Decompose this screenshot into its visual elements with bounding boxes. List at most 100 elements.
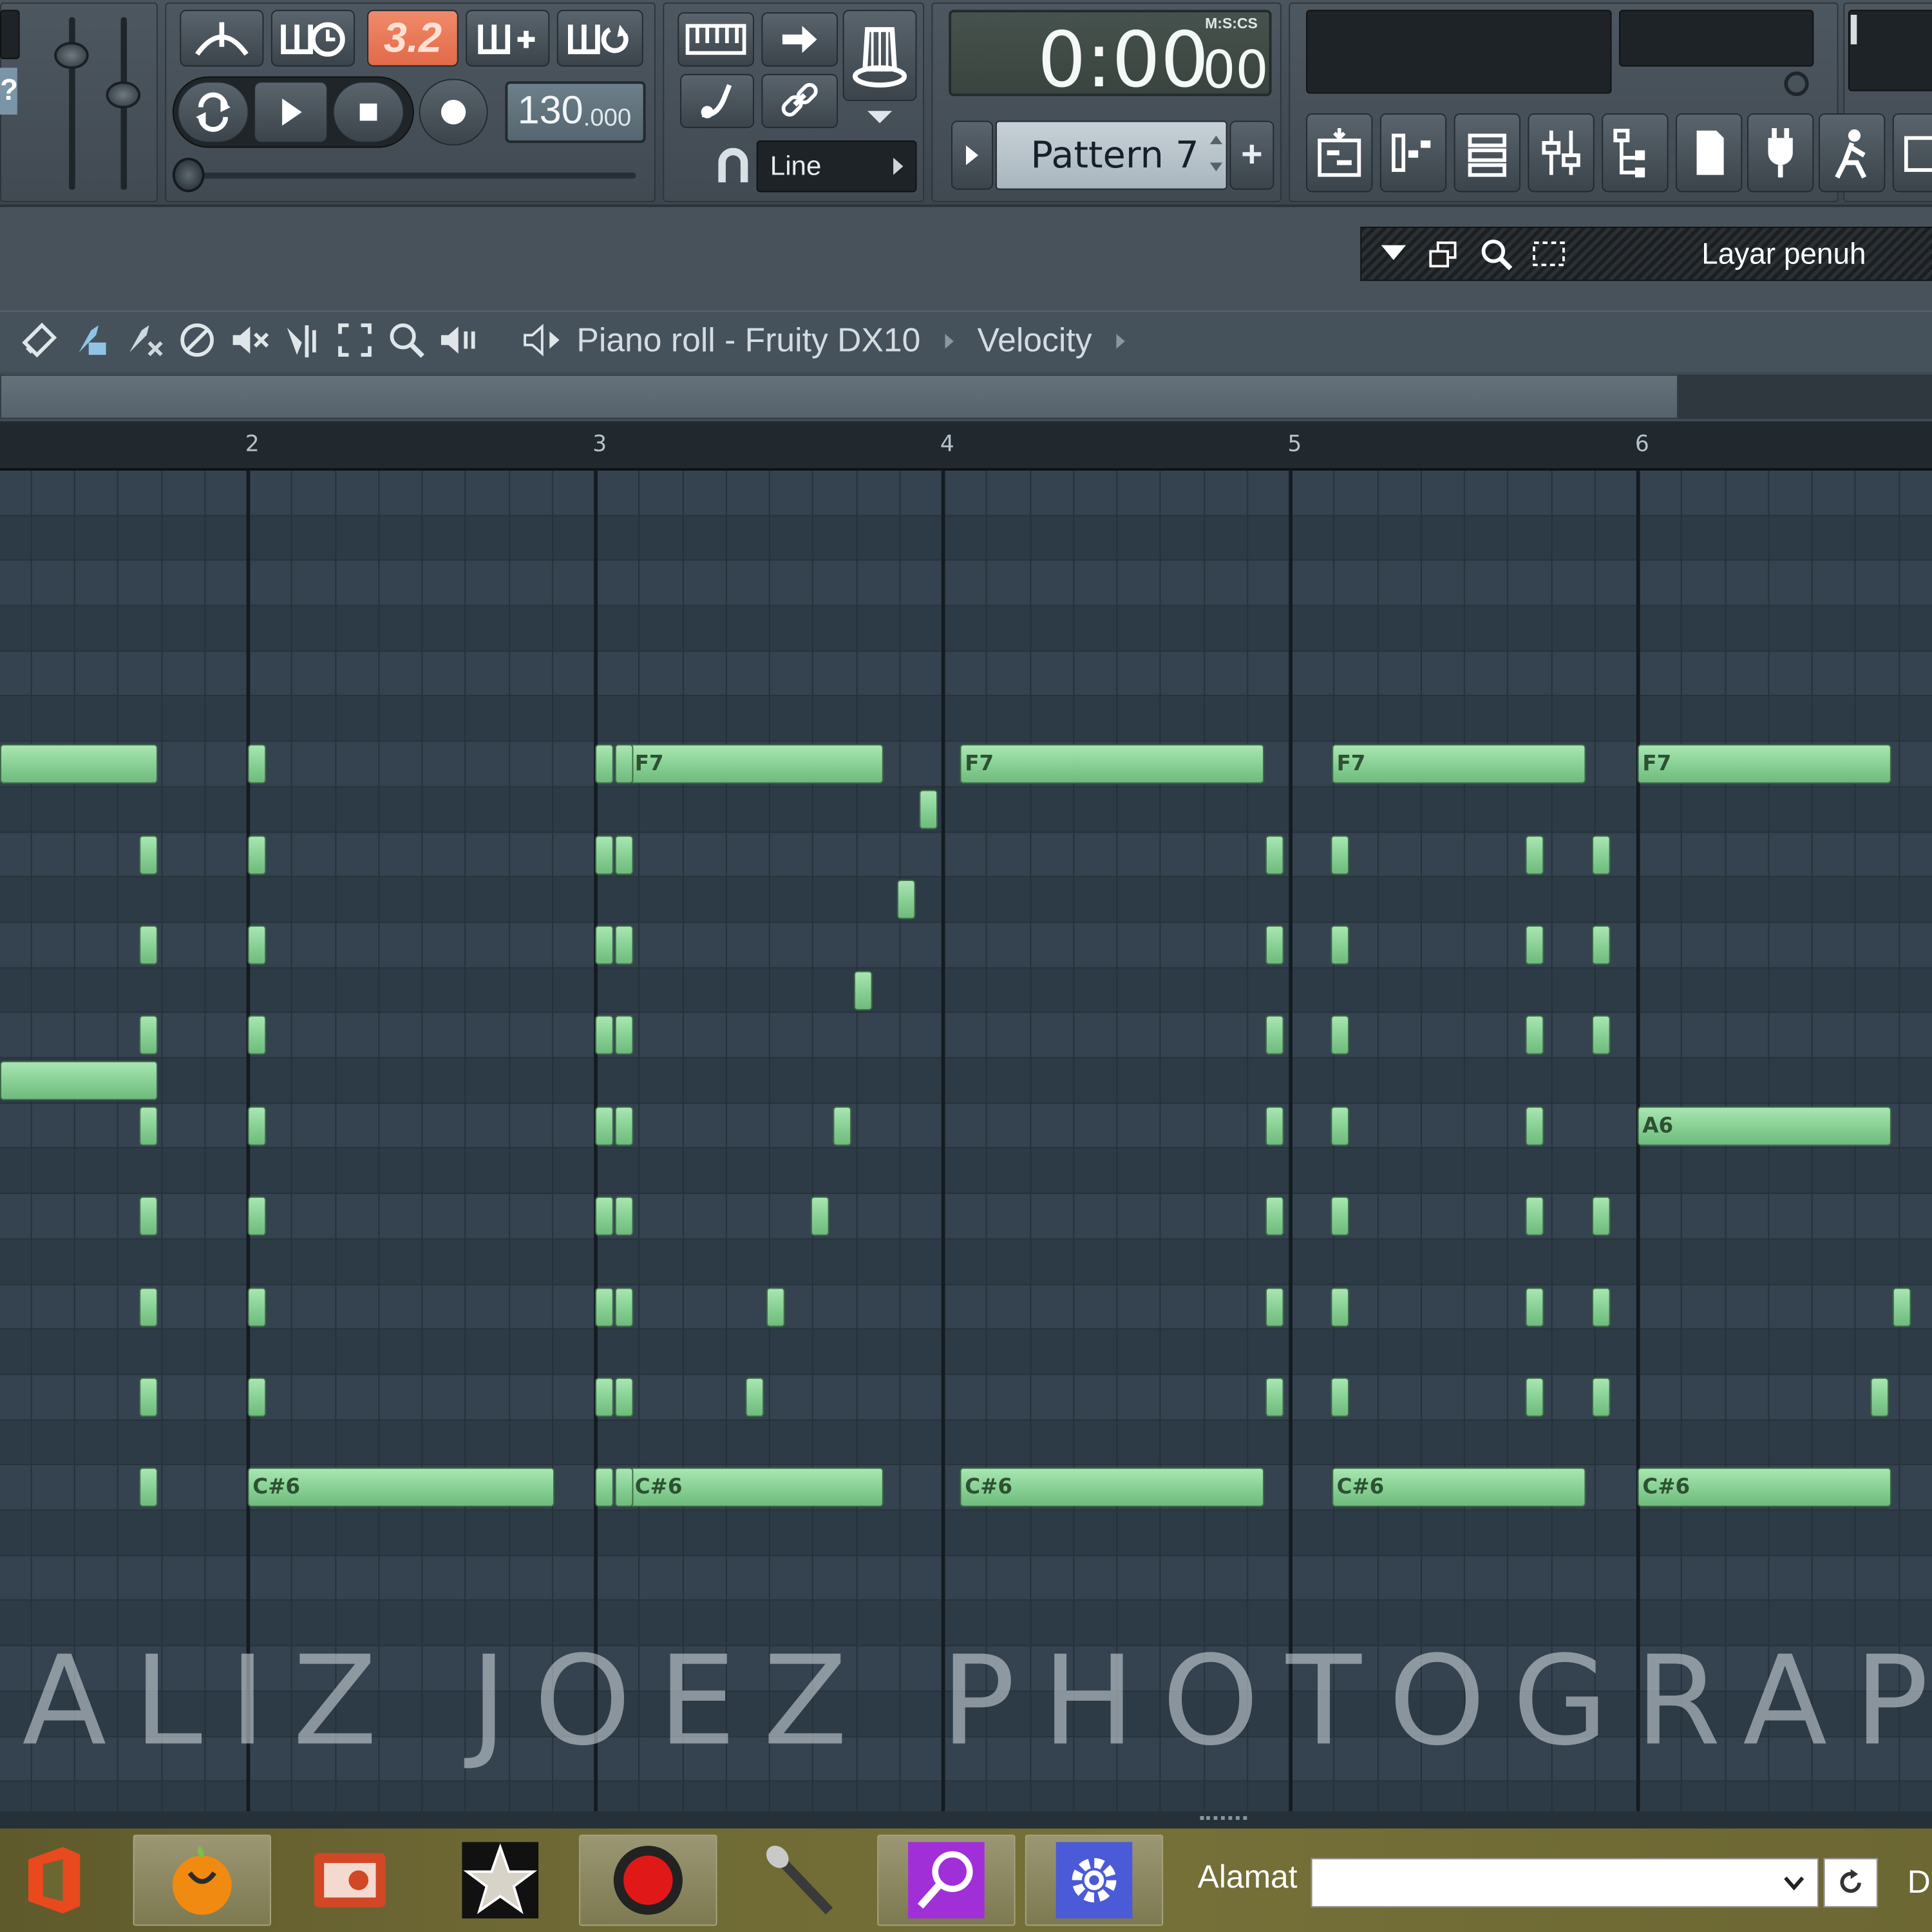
playback-tool[interactable] — [436, 318, 480, 363]
step-forward-button[interactable] — [761, 12, 838, 67]
help-icon[interactable]: ? — [0, 68, 18, 115]
typing-keyboard-button[interactable] — [677, 12, 754, 67]
note[interactable] — [595, 1287, 614, 1327]
note[interactable] — [614, 1016, 634, 1056]
snapshot-icon[interactable] — [1531, 240, 1566, 270]
note[interactable] — [833, 1106, 852, 1146]
note[interactable] — [595, 925, 614, 965]
note[interactable] — [1265, 1016, 1284, 1056]
detach-icon[interactable] — [1428, 240, 1457, 270]
loop-record-button[interactable] — [556, 10, 643, 67]
note[interactable] — [1331, 835, 1350, 875]
note[interactable] — [1591, 1016, 1611, 1056]
step-sequencer-button[interactable] — [1379, 113, 1447, 193]
note-slide-button[interactable] — [680, 73, 754, 128]
taskbar-search[interactable] — [877, 1834, 1016, 1926]
note[interactable] — [247, 1287, 267, 1327]
note[interactable] — [1331, 1016, 1350, 1056]
note[interactable] — [1870, 1378, 1889, 1417]
note[interactable] — [896, 880, 916, 920]
note[interactable] — [614, 1468, 634, 1508]
note[interactable]: C#6 — [960, 1468, 1265, 1508]
note[interactable] — [595, 1106, 614, 1146]
note[interactable] — [0, 744, 158, 784]
note[interactable] — [139, 925, 158, 965]
pattern-selector[interactable]: Pattern 7 — [995, 120, 1227, 190]
note[interactable] — [247, 1197, 267, 1236]
fullscreen-label[interactable]: Layar penuh — [1701, 238, 1866, 272]
tutorial-button[interactable] — [1818, 113, 1886, 193]
metronome-button[interactable] — [180, 10, 264, 67]
note[interactable]: F7 — [960, 744, 1265, 784]
note[interactable] — [1331, 1287, 1350, 1327]
note[interactable] — [1331, 1106, 1350, 1146]
note[interactable] — [139, 1197, 158, 1236]
taskbar-powerpoint[interactable] — [281, 1835, 419, 1926]
note[interactable] — [247, 925, 267, 965]
note[interactable] — [1331, 925, 1350, 965]
note[interactable] — [247, 1378, 267, 1417]
link-button[interactable] — [761, 73, 838, 128]
note[interactable] — [1591, 835, 1611, 875]
menu-speaker-tool[interactable] — [520, 318, 564, 363]
paint-tool[interactable] — [69, 318, 113, 363]
note[interactable] — [745, 1378, 764, 1417]
window-menu-arrow-icon[interactable] — [1381, 245, 1406, 260]
project-info-button[interactable] — [1676, 113, 1743, 193]
note[interactable] — [1525, 925, 1544, 965]
pattern-down-arrow[interactable] — [1209, 162, 1222, 171]
note[interactable] — [1265, 925, 1284, 965]
mute-notes-tool[interactable] — [227, 318, 271, 363]
song-position-track[interactable] — [184, 172, 636, 179]
playlist-button[interactable] — [1306, 113, 1373, 193]
note[interactable] — [766, 1287, 785, 1327]
note[interactable] — [247, 744, 267, 784]
note[interactable] — [1525, 1197, 1544, 1236]
delete-tool[interactable] — [120, 318, 165, 363]
pencil-tool[interactable] — [17, 318, 62, 363]
note[interactable] — [1525, 1287, 1544, 1327]
note[interactable] — [1265, 1378, 1284, 1417]
refresh-button[interactable] — [1823, 1858, 1878, 1908]
note[interactable] — [614, 1287, 634, 1327]
song-position-handle[interactable] — [172, 157, 205, 193]
pattern-play-button[interactable] — [951, 120, 994, 190]
note[interactable] — [853, 971, 873, 1010]
note[interactable] — [1591, 1287, 1611, 1327]
piano-roll-title[interactable]: Piano roll - Fruity DX10 — [576, 321, 920, 358]
slice-tool[interactable] — [281, 318, 325, 363]
note[interactable] — [810, 1197, 829, 1236]
note[interactable] — [247, 1106, 267, 1146]
stop-button[interactable] — [332, 81, 404, 143]
note[interactable] — [1525, 1378, 1544, 1417]
note[interactable] — [595, 1468, 614, 1508]
note[interactable]: F7 — [1637, 744, 1891, 784]
taskbar-microphone[interactable] — [730, 1835, 867, 1926]
step-edit-button[interactable] — [466, 10, 550, 67]
note[interactable] — [247, 1016, 267, 1056]
address-input[interactable] — [1311, 1858, 1819, 1908]
address-dropdown-icon[interactable] — [1779, 1868, 1809, 1898]
note[interactable] — [595, 1197, 614, 1236]
note[interactable] — [1591, 1378, 1611, 1417]
note[interactable] — [1265, 835, 1284, 875]
note[interactable]: A6 — [1637, 1106, 1891, 1146]
note[interactable] — [139, 1287, 158, 1327]
note[interactable] — [1525, 1016, 1544, 1056]
note[interactable] — [614, 925, 634, 965]
note[interactable] — [1591, 1197, 1611, 1236]
note[interactable] — [1591, 925, 1611, 965]
taskbar-star-app[interactable] — [431, 1835, 569, 1926]
tempo-display[interactable]: 130 .000 — [505, 81, 646, 143]
play-button[interactable] — [254, 81, 328, 143]
note[interactable] — [919, 790, 938, 829]
note[interactable] — [1331, 1378, 1350, 1417]
taskbar-settings[interactable] — [1025, 1834, 1164, 1926]
note[interactable] — [614, 1197, 634, 1236]
recording-options-button[interactable] — [842, 10, 917, 101]
note[interactable] — [614, 1378, 634, 1417]
horizontal-scrollbar-track[interactable] — [1678, 374, 1932, 419]
record-button[interactable] — [419, 79, 488, 146]
mixer-button[interactable] — [1528, 113, 1595, 193]
note[interactable] — [595, 1378, 614, 1417]
